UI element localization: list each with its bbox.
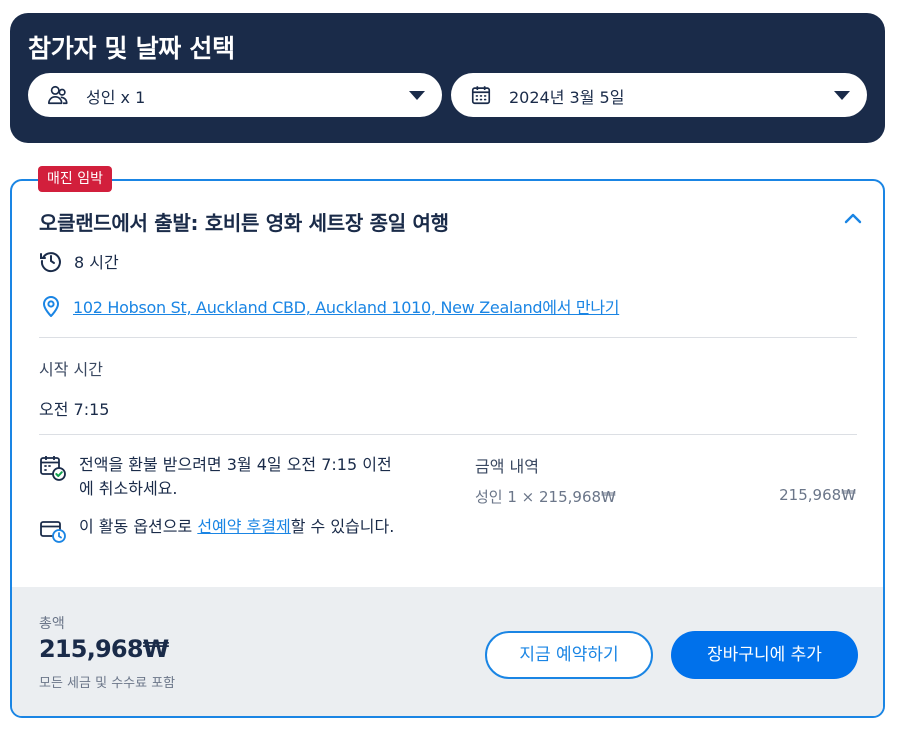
status-badge: 매진 임박 xyxy=(38,166,112,192)
meeting-point-row: 102 Hobson St, Auckland CBD, Auckland 10… xyxy=(41,294,619,318)
pay-later-info: 이 활동 옵션으로 선예약 후결제할 수 있습니다. xyxy=(39,515,399,544)
price-breakdown-label: 금액 내역 xyxy=(475,457,539,476)
pay-later-text: 이 활동 옵션으로 선예약 후결제할 수 있습니다. xyxy=(79,515,399,544)
calendar-check-icon xyxy=(40,456,66,481)
divider xyxy=(39,337,857,338)
card-clock-icon xyxy=(40,521,66,543)
people-icon xyxy=(48,85,68,105)
total-value: 215,968₩ xyxy=(39,635,169,663)
tour-option-card: 오클랜드에서 출발: 호비튼 영화 세트장 종일 여행 8 시간 102 Hob… xyxy=(10,179,885,718)
refund-policy: 전액을 환불 받으려면 3월 4일 오전 7:15 이전에 취소하세요. xyxy=(39,453,399,501)
date-value: 2024년 3월 5일 xyxy=(509,88,625,107)
total-footer: 총액 215,968₩ 모든 세금 및 수수료 포함 지금 예약하기 장바구니에… xyxy=(12,587,883,716)
duration-row: 8 시간 xyxy=(39,249,119,273)
chevron-up-icon[interactable] xyxy=(843,211,863,225)
total-note: 모든 세금 및 수수료 포함 xyxy=(39,676,176,691)
duration-text: 8 시간 xyxy=(74,253,119,272)
add-to-cart-button[interactable]: 장바구니에 추가 xyxy=(671,631,858,679)
price-line-amount: 215,968₩ xyxy=(779,486,856,504)
pay-later-link[interactable]: 선예약 후결제 xyxy=(197,517,290,536)
panel-title: 참가자 및 날짜 선택 xyxy=(28,34,235,63)
book-now-button[interactable]: 지금 예약하기 xyxy=(485,631,653,679)
participants-date-panel: 참가자 및 날짜 선택 성인 x 1 2024년 3월 5일 xyxy=(10,13,885,143)
participants-value: 성인 x 1 xyxy=(86,84,145,108)
price-line: 성인 1 × 215,968₩ xyxy=(475,488,616,506)
duration-clock-icon xyxy=(40,252,61,273)
meeting-point-link[interactable]: 102 Hobson St, Auckland CBD, Auckland 10… xyxy=(73,294,619,318)
location-pin-icon xyxy=(42,296,60,317)
chevron-down-icon xyxy=(409,91,425,100)
start-time-label: 시작 시간 xyxy=(39,360,103,379)
calendar-icon xyxy=(471,86,491,105)
chevron-down-icon xyxy=(834,91,850,100)
participants-label: 성인 xyxy=(86,88,116,107)
participants-selector[interactable]: 성인 x 1 xyxy=(28,73,442,117)
tour-title: 오클랜드에서 출발: 호비튼 영화 세트장 종일 여행 xyxy=(39,211,449,235)
total-label: 총액 xyxy=(39,616,65,632)
participants-count: x 1 xyxy=(120,88,146,107)
date-selector[interactable]: 2024년 3월 5일 xyxy=(451,73,867,117)
pay-later-prefix: 이 활동 옵션으로 xyxy=(79,517,198,536)
pay-later-suffix: 할 수 있습니다. xyxy=(290,517,395,536)
divider xyxy=(39,434,857,435)
start-time-value: 오전 7:15 xyxy=(39,400,110,419)
refund-policy-text: 전액을 환불 받으려면 3월 4일 오전 7:15 이전에 취소하세요. xyxy=(79,455,392,498)
